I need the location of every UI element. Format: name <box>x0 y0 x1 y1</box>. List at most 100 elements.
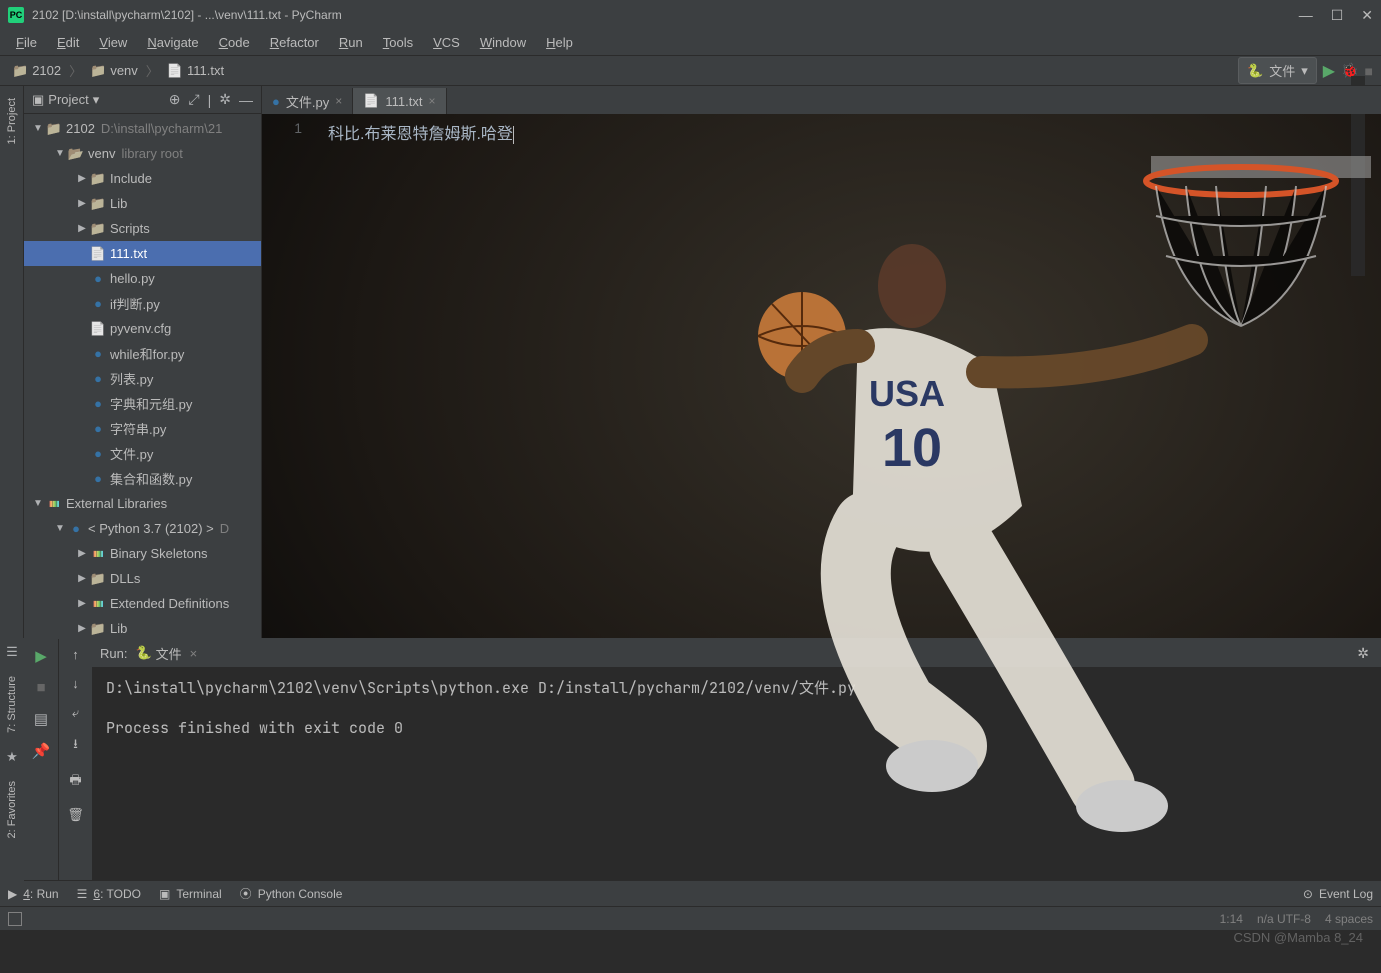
project-tree[interactable]: ▼2102D:\install\pycharm\21▼venvlibrary r… <box>24 114 261 638</box>
tree-arrow-icon[interactable]: ▶ <box>74 198 90 209</box>
tree-item[interactable]: 列表.py <box>24 366 261 391</box>
hide-icon[interactable]: — <box>239 92 253 108</box>
menu-code[interactable]: Code <box>211 33 258 52</box>
tree-arrow-icon[interactable]: ▼ <box>52 523 68 534</box>
close-tab-icon[interactable]: × <box>429 94 436 108</box>
wrap-icon[interactable]: ⤶ <box>72 705 79 721</box>
tree-label: Extended Definitions <box>110 596 229 611</box>
tree-arrow-icon[interactable]: ▶ <box>74 173 90 184</box>
run-config-tab[interactable]: 🐍 文件 × <box>135 644 197 663</box>
up-arrow-icon[interactable]: ↑ <box>72 647 79 662</box>
tree-arrow-icon[interactable]: ▶ <box>74 598 90 609</box>
expand-icon[interactable]: ⤢ <box>188 91 199 108</box>
tree-item[interactable]: pyvenv.cfg <box>24 316 261 341</box>
close-tab-icon[interactable]: × <box>335 94 342 108</box>
rerun-button[interactable]: ▶ <box>35 647 47 665</box>
pin-button[interactable]: 📌 <box>32 742 51 760</box>
down-arrow-icon[interactable]: ↓ <box>72 676 79 691</box>
menu-refactor[interactable]: Refactor <box>262 33 327 52</box>
print-icon[interactable]: 🖶 <box>69 771 81 793</box>
structure-icon[interactable]: ☰ <box>6 640 18 664</box>
tree-item[interactable]: hello.py <box>24 266 261 291</box>
breadcrumb-item[interactable]: 111.txt <box>163 61 228 81</box>
tool-label: 4: Run <box>23 887 58 901</box>
structure-tool-button[interactable]: 7: Structure <box>6 670 18 739</box>
tree-arrow-icon[interactable]: ▶ <box>74 623 90 634</box>
editor-tab[interactable]: 111.txt× <box>353 88 446 114</box>
tree-item[interactable]: 集合和函数.py <box>24 466 261 491</box>
bottom-tool-python-console[interactable]: ⦿Python Console <box>240 885 343 902</box>
menu-window[interactable]: Window <box>472 33 534 52</box>
tree-item[interactable]: ▼External Libraries <box>24 491 261 516</box>
tree-arrow-icon[interactable]: ▶ <box>74 223 90 234</box>
menu-help[interactable]: Help <box>538 33 581 52</box>
scroll-end-icon[interactable]: ⭳ <box>73 735 78 757</box>
minimize-button[interactable]: — <box>1299 7 1313 24</box>
favorites-icon[interactable]: ★ <box>6 745 18 769</box>
tool-icon: ☰ <box>77 887 88 901</box>
folder-icon <box>90 63 106 79</box>
menu-vcs[interactable]: VCS <box>425 33 468 52</box>
tool-icon: ⦿ <box>240 885 252 902</box>
tree-item[interactable]: ▼venvlibrary root <box>24 141 261 166</box>
tree-arrow-icon[interactable]: ▶ <box>74 548 90 559</box>
tree-arrow-icon[interactable]: ▼ <box>52 148 68 159</box>
chevron-down-icon[interactable]: ▾ <box>93 92 100 108</box>
bottom-tool-terminal[interactable]: ▣Terminal <box>159 887 222 901</box>
breadcrumb-item[interactable]: venv <box>86 61 142 81</box>
indent-setting[interactable]: 4 spaces <box>1325 912 1373 926</box>
menu-edit[interactable]: Edit <box>49 33 87 52</box>
run-config-tab-label: 文件 <box>156 644 182 663</box>
editor-tab[interactable]: 文件.py× <box>262 88 353 114</box>
tree-item[interactable]: ▶DLLs <box>24 566 261 591</box>
layout-button[interactable]: ▤ <box>34 710 48 728</box>
menu-run[interactable]: Run <box>331 33 371 52</box>
py-icon <box>68 521 84 536</box>
tree-item[interactable]: 文件.py <box>24 441 261 466</box>
code-text: 科比.布莱恩特詹姆斯.哈登 <box>328 126 513 143</box>
tree-item[interactable]: ▼< Python 3.7 (2102) >D <box>24 516 261 541</box>
folder-icon <box>90 196 106 212</box>
tree-item[interactable]: 111.txt <box>24 241 261 266</box>
txt-icon <box>90 246 106 262</box>
tree-item[interactable]: ▶Scripts <box>24 216 261 241</box>
tree-item[interactable]: 字典和元组.py <box>24 391 261 416</box>
tree-item[interactable]: ▶Binary Skeletons <box>24 541 261 566</box>
toolwindows-toggle-icon[interactable] <box>8 912 22 926</box>
tree-arrow-icon[interactable]: ▶ <box>74 573 90 584</box>
gear-icon[interactable]: ✲ <box>1357 645 1369 662</box>
py-icon <box>90 471 106 486</box>
favorites-tool-button[interactable]: 2: Favorites <box>6 775 18 844</box>
bottom-tool-6-todo[interactable]: ☰6: TODO <box>77 887 141 901</box>
tree-item[interactable]: ▼2102D:\install\pycharm\21 <box>24 116 261 141</box>
gear-icon[interactable]: ✲ <box>219 91 231 108</box>
tree-item[interactable]: ▶ Extended Definitions <box>24 591 261 616</box>
status-bar: 1:14 n/a UTF-8 4 spaces <box>0 906 1381 930</box>
menu-file[interactable]: File <box>8 33 45 52</box>
txt-icon <box>363 93 379 109</box>
menu-navigate[interactable]: Navigate <box>139 33 206 52</box>
menu-tools[interactable]: Tools <box>375 33 421 52</box>
tree-item[interactable]: 字符串.py <box>24 416 261 441</box>
breadcrumb-item[interactable]: 2102 <box>8 61 65 81</box>
tree-item[interactable]: ▶Lib <box>24 616 261 638</box>
locate-icon[interactable]: ⊕ <box>169 91 181 108</box>
menu-view[interactable]: View <box>91 33 135 52</box>
tree-item[interactable]: ▶Include <box>24 166 261 191</box>
file-encoding[interactable]: n/a UTF-8 <box>1257 912 1311 926</box>
tree-label: < Python 3.7 (2102) > <box>88 521 214 536</box>
trash-icon[interactable]: 🗑 <box>67 807 84 823</box>
tree-item[interactable]: ▶Lib <box>24 191 261 216</box>
maximize-button[interactable]: ☐ <box>1331 7 1344 24</box>
stop-button[interactable]: ■ <box>36 679 45 696</box>
tree-arrow-icon[interactable]: ▼ <box>30 123 46 134</box>
event-log-button[interactable]: ⊙ Event Log <box>1303 887 1373 901</box>
close-button[interactable]: ✕ <box>1361 7 1373 24</box>
tree-item[interactable]: while和for.py <box>24 341 261 366</box>
project-tool-button[interactable]: 1: Project <box>6 90 18 152</box>
tree-label: hello.py <box>110 271 155 286</box>
tree-arrow-icon[interactable]: ▼ <box>30 498 46 509</box>
tree-item[interactable]: if判断.py <box>24 291 261 316</box>
editor-content[interactable]: 科比.布莱恩特詹姆斯.哈登 <box>320 114 1381 638</box>
close-tab-icon[interactable]: × <box>190 646 198 661</box>
